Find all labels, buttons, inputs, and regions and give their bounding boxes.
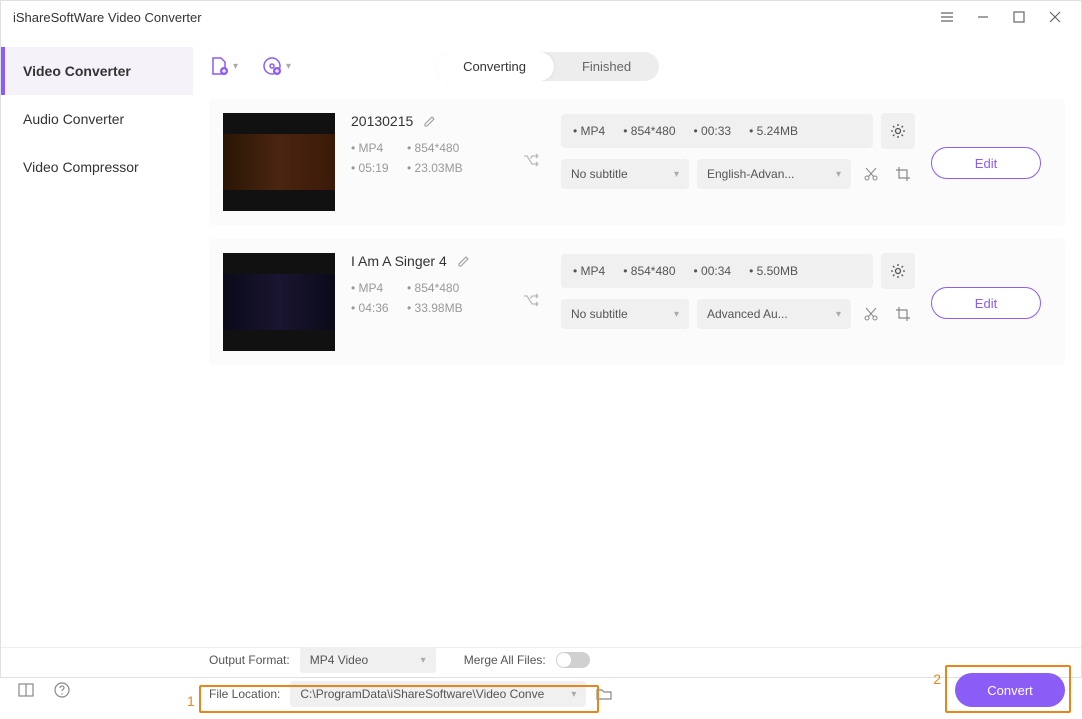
convert-button[interactable]: Convert: [955, 673, 1065, 707]
minimize-icon[interactable]: [965, 1, 1001, 33]
sidebar-item-audio-converter[interactable]: Audio Converter: [1, 95, 193, 143]
audio-select[interactable]: English-Advan...▾: [697, 159, 851, 189]
sidebar-item-label: Video Compressor: [23, 159, 139, 175]
footer: Output Format: MP4 Video▾ Merge All File…: [1, 647, 1081, 719]
video-item: 20130215 MP4854*480 05:1923.03MB MP4854*…: [209, 99, 1065, 225]
close-icon[interactable]: [1037, 1, 1073, 33]
menu-icon[interactable]: [929, 1, 965, 33]
callout-num-1: 1: [187, 693, 195, 709]
tab-converting[interactable]: Converting: [435, 52, 554, 81]
add-disc-button[interactable]: ▾: [262, 56, 291, 76]
folder-icon[interactable]: [596, 686, 612, 702]
subtitle-select[interactable]: No subtitle▾: [561, 159, 689, 189]
crop-icon[interactable]: [891, 166, 915, 182]
output-format-label: Output Format:: [209, 653, 290, 667]
sidebar: Video Converter Audio Converter Video Co…: [1, 33, 193, 647]
audio-select[interactable]: Advanced Au...▾: [697, 299, 851, 329]
video-title: I Am A Singer 4: [351, 253, 447, 269]
help-icon[interactable]: [53, 681, 71, 699]
source-meta: MP4854*480 04:3633.98MB: [351, 281, 501, 321]
video-title: 20130215: [351, 113, 413, 129]
edit-button[interactable]: Edit: [931, 287, 1041, 319]
shuffle-icon[interactable]: [517, 290, 545, 315]
settings-button[interactable]: [881, 253, 915, 289]
output-meta: MP4854*48000:335.24MB: [561, 114, 873, 148]
app-title: iShareSoftWare Video Converter: [13, 10, 202, 25]
settings-button[interactable]: [881, 113, 915, 149]
tabs: Converting Finished: [435, 52, 659, 81]
maximize-icon[interactable]: [1001, 1, 1037, 33]
output-format-select[interactable]: MP4 Video▾: [300, 647, 436, 673]
sidebar-item-video-compressor[interactable]: Video Compressor: [1, 143, 193, 191]
merge-label: Merge All Files:: [464, 653, 546, 667]
crop-icon[interactable]: [891, 306, 915, 322]
merge-toggle[interactable]: [556, 652, 590, 668]
output-meta: MP4854*48000:345.50MB: [561, 254, 873, 288]
file-location-select[interactable]: C:\ProgramData\iShareSoftware\Video Conv…: [290, 681, 586, 707]
rename-icon[interactable]: [423, 114, 437, 128]
tab-finished[interactable]: Finished: [554, 52, 659, 81]
item-list: 20130215 MP4854*480 05:1923.03MB MP4854*…: [209, 99, 1065, 647]
file-location-label: File Location:: [209, 687, 280, 701]
rename-icon[interactable]: [457, 254, 471, 268]
thumbnail[interactable]: [223, 113, 335, 211]
toolbar: ▾ ▾ Converting Finished: [209, 45, 1065, 87]
sidebar-item-label: Video Converter: [23, 63, 131, 79]
chevron-down-icon: ▾: [233, 61, 238, 72]
chevron-down-icon: ▾: [286, 61, 291, 72]
callout-num-2: 2: [933, 671, 941, 687]
source-meta: MP4854*480 05:1923.03MB: [351, 141, 501, 181]
video-item: I Am A Singer 4 MP4854*480 04:3633.98MB …: [209, 239, 1065, 365]
sidebar-item-video-converter[interactable]: Video Converter: [1, 47, 193, 95]
thumbnail[interactable]: [223, 253, 335, 351]
add-file-button[interactable]: ▾: [209, 56, 238, 76]
cut-icon[interactable]: [859, 306, 883, 322]
subtitle-select[interactable]: No subtitle▾: [561, 299, 689, 329]
cut-icon[interactable]: [859, 166, 883, 182]
sidebar-item-label: Audio Converter: [23, 111, 124, 127]
library-icon[interactable]: [17, 681, 35, 699]
shuffle-icon[interactable]: [517, 150, 545, 175]
edit-button[interactable]: Edit: [931, 147, 1041, 179]
titlebar: iShareSoftWare Video Converter: [1, 1, 1081, 33]
